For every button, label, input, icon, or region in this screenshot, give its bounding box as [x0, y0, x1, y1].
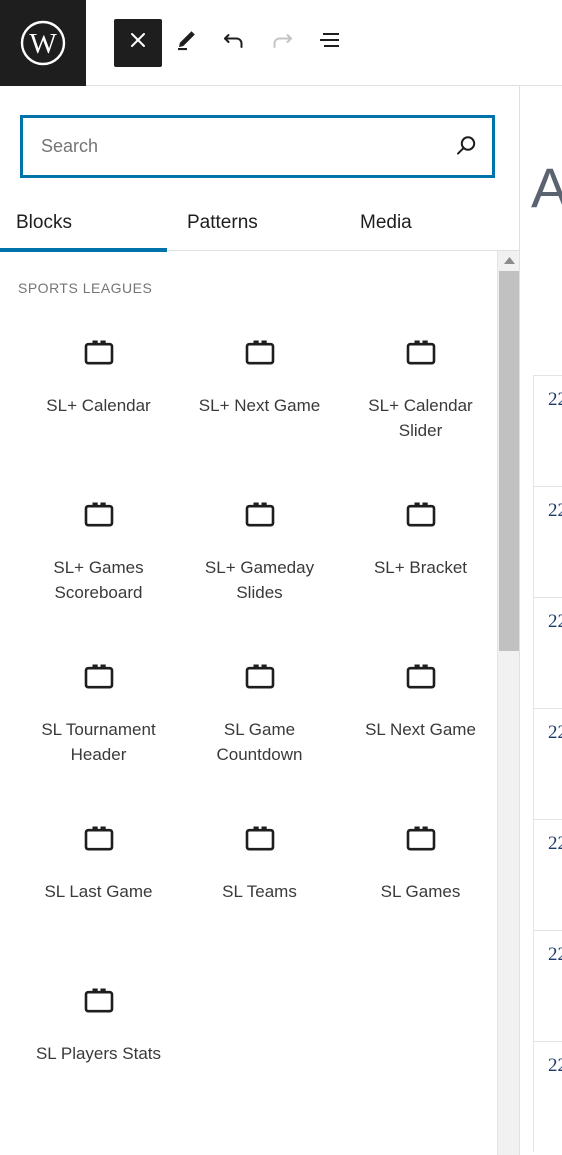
- redo-button[interactable]: [258, 19, 306, 67]
- block-icon: [400, 494, 442, 536]
- table-cell-value: 22: [548, 389, 562, 410]
- block-item-label: SL Tournament Header: [41, 720, 156, 764]
- block-item[interactable]: SL Game Countdown: [179, 632, 340, 794]
- block-item-label: SL Game Countdown: [216, 720, 303, 764]
- block-item-label: SL+ Gameday Slides: [204, 558, 315, 602]
- search-field[interactable]: [20, 115, 495, 178]
- table-row: 22: [533, 708, 562, 819]
- block-item-label: SL Next Game: [365, 720, 476, 739]
- block-item-label: SL+ Calendar Slider: [368, 396, 473, 440]
- block-item-label: SL+ Calendar: [46, 396, 151, 415]
- block-icon: [78, 818, 120, 860]
- tab-label: Media: [360, 211, 412, 233]
- close-inserter-button[interactable]: [114, 18, 162, 67]
- table-row: 22: [533, 819, 562, 930]
- table-row: 22: [533, 486, 562, 597]
- tab-patterns[interactable]: Patterns: [167, 194, 334, 251]
- block-icon: [400, 818, 442, 860]
- block-item[interactable]: SL Games: [340, 794, 501, 956]
- block-icon: [239, 656, 281, 698]
- redo-icon: [269, 27, 295, 58]
- table-row: 22: [533, 597, 562, 708]
- block-icon: [78, 656, 120, 698]
- edit-mode-button[interactable]: [162, 19, 210, 67]
- block-item-label: SL+ Next Game: [198, 396, 321, 415]
- undo-button[interactable]: [210, 19, 258, 67]
- table-cell-value: 22: [548, 1055, 562, 1076]
- table-cell-value: 22: [548, 833, 562, 854]
- block-item-label: SL Last Game: [44, 882, 153, 901]
- block-item[interactable]: SL+ Next Game: [179, 308, 340, 470]
- block-icon: [239, 494, 281, 536]
- table-cell-value: 22: [548, 944, 562, 965]
- canvas-table: 22 22 22 22 22 22 22: [533, 375, 562, 1152]
- tab-media[interactable]: Media: [334, 194, 501, 251]
- block-item[interactable]: SL+ Gameday Slides: [179, 470, 340, 632]
- wordpress-logo-button[interactable]: W: [0, 0, 86, 86]
- block-item-label: SL Games: [380, 882, 461, 901]
- block-item[interactable]: SL+ Bracket: [340, 470, 501, 632]
- scrollbar-thumb[interactable]: [499, 271, 519, 651]
- editor-header: W: [0, 0, 562, 86]
- block-icon: [400, 656, 442, 698]
- block-item[interactable]: SL Players Stats: [18, 956, 179, 1118]
- list-view-icon: [316, 26, 344, 59]
- svg-text:W: W: [29, 28, 57, 60]
- block-item-label: SL+ Bracket: [373, 558, 468, 577]
- search-input[interactable]: [23, 118, 438, 175]
- inserter-body: SPORTS LEAGUES SL+ Calendar SL+ Next Game…: [0, 251, 519, 1155]
- block-item[interactable]: SL Teams: [179, 794, 340, 956]
- search-icon[interactable]: [438, 118, 492, 175]
- inserter-tabs: Blocks Patterns Media: [0, 194, 519, 252]
- block-item[interactable]: SL Last Game: [18, 794, 179, 956]
- block-icon: [239, 332, 281, 374]
- table-cell-value: 22: [548, 722, 562, 743]
- block-inserter-panel: Blocks Patterns Media SPORTS LEAGUES SL+ C…: [0, 86, 520, 1155]
- scroll-up-button[interactable]: [498, 251, 519, 271]
- block-item[interactable]: SL Tournament Header: [18, 632, 179, 794]
- tab-blocks[interactable]: Blocks: [0, 194, 167, 252]
- block-icon: [78, 980, 120, 1022]
- tab-label: Patterns: [187, 211, 258, 233]
- block-item[interactable]: SL+ Calendar Slider: [340, 308, 501, 470]
- block-icon: [239, 818, 281, 860]
- undo-icon: [221, 27, 247, 58]
- canvas-heading: A: [531, 160, 562, 216]
- block-item[interactable]: SL+ Calendar: [18, 308, 179, 470]
- table-row: 22: [533, 930, 562, 1041]
- block-icon: [78, 332, 120, 374]
- wordpress-logo-icon: W: [19, 19, 67, 67]
- block-item[interactable]: SL Next Game: [340, 632, 501, 794]
- block-editor-screen: A 22 22 22 22 22 22 22 W: [0, 0, 562, 1155]
- close-icon: [126, 28, 150, 57]
- block-item-label: SL Players Stats: [35, 1044, 162, 1063]
- block-item[interactable]: SL+ Games Scoreboard: [18, 470, 179, 632]
- tab-label: Blocks: [16, 211, 72, 233]
- editor-canvas: A 22 22 22 22 22 22 22: [519, 86, 562, 1155]
- block-item-label: SL+ Games Scoreboard: [53, 558, 144, 602]
- list-view-button[interactable]: [306, 19, 354, 67]
- table-row: 22: [533, 1041, 562, 1152]
- scrollbar-track[interactable]: [499, 651, 519, 1155]
- block-icon: [400, 332, 442, 374]
- inserter-scrollbar[interactable]: [497, 251, 519, 1155]
- block-category-title: SPORTS LEAGUES: [18, 280, 153, 296]
- header-toolbar: [86, 0, 354, 85]
- chevron-up-icon: [503, 252, 516, 270]
- block-item-label: SL Teams: [222, 882, 297, 901]
- pencil-icon: [173, 27, 199, 58]
- table-cell-value: 22: [548, 611, 562, 632]
- inserter-search-area: [0, 86, 519, 178]
- table-cell-value: 22: [548, 500, 562, 521]
- block-icon: [78, 494, 120, 536]
- block-grid: SL+ Calendar SL+ Next Game SL+ Calendar Sl…: [0, 308, 519, 1118]
- table-row: 22: [533, 375, 562, 486]
